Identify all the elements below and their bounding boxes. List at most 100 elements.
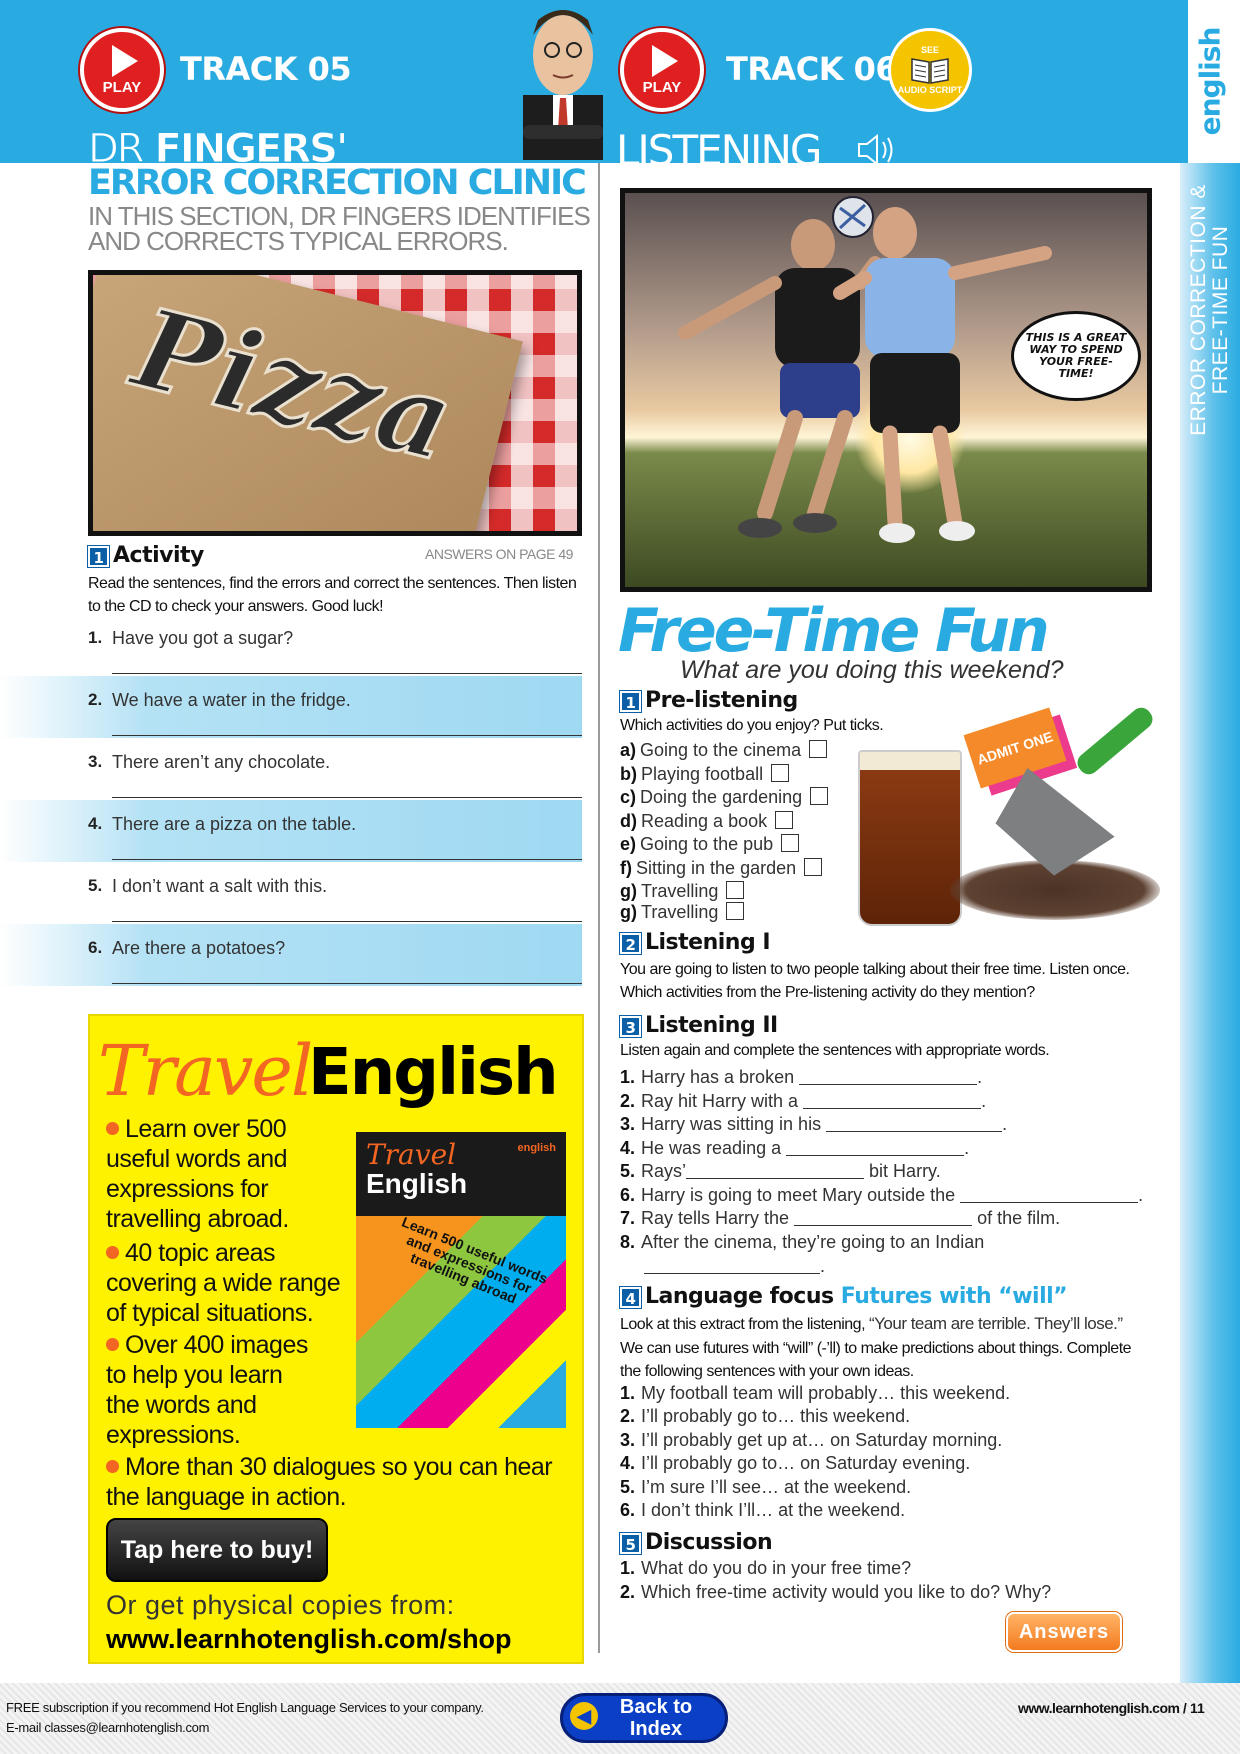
answer-line[interactable]: [112, 673, 582, 674]
tick-box[interactable]: [804, 858, 823, 876]
error-item: 1. Have you got a sugar?: [0, 614, 582, 676]
bullet-dot: [106, 1460, 119, 1473]
activity-option: c) Doing the gardening: [620, 787, 829, 808]
gap-blank[interactable]: [686, 1163, 865, 1179]
activity-option: g) Travelling: [620, 902, 745, 923]
bullet-dot: [106, 1122, 119, 1135]
brand-logo: english: [1193, 27, 1227, 135]
track-06-label: TRACK 06: [726, 50, 898, 88]
prediction-item: 2. I’ll probably go to… this weekend.: [620, 1406, 911, 1426]
back-arrow-icon: ◀: [570, 1702, 598, 1730]
gap-blank[interactable]: [644, 1258, 820, 1274]
answer-line[interactable]: [112, 983, 582, 984]
tick-box[interactable]: [726, 902, 745, 920]
gap-blank[interactable]: [803, 1093, 982, 1109]
gap-blank[interactable]: [960, 1187, 1139, 1203]
prediction-item: 5. I’m sure I’ll see… at the weekend.: [620, 1477, 912, 1497]
section-number: 4: [620, 1286, 641, 1308]
trowel-handle: [1073, 703, 1157, 779]
clinic-title: ERROR CORRECTION CLINIC: [88, 163, 587, 203]
prediction-item: 4. I’ll probably go to… on Saturday eveni…: [620, 1453, 971, 1473]
ad-bullet: 40 topic areas covering a wide range of …: [106, 1239, 341, 1327]
section-number: 2: [620, 932, 641, 954]
error-item: 4. There are a pizza on the table.: [0, 800, 582, 862]
pre-listening-instructions: Which activities do you enjoy? Put ticks…: [620, 717, 884, 734]
answer-line[interactable]: [112, 735, 582, 736]
play-icon: [652, 44, 678, 77]
ad-bullet: Over 400 images to help you learn the wo…: [106, 1331, 308, 1449]
answer-line[interactable]: [112, 797, 582, 798]
audio-script-bottom: AUDIO SCRIPT: [897, 85, 963, 95]
side-tab-title: ERROR CORRECTION & FREE-TIME FUN: [1180, 170, 1240, 450]
side-title-line2: FREE-TIME FUN: [1209, 225, 1232, 395]
prediction-item: 1. My football team will probably… this w…: [620, 1383, 1011, 1403]
ad-bullet: Learn over 500 useful words and expressi…: [106, 1115, 289, 1233]
side-title-line1: ERROR CORRECTION &: [1187, 184, 1210, 436]
travel-english-book-cover: Travel English english Learn 500 useful …: [356, 1132, 566, 1428]
activity-option: e) Going to the pub: [620, 834, 800, 855]
speech-bubble: THIS IS A GREAT WAY TO SPEND YOUR FREE-T…: [1011, 311, 1141, 401]
pre-listening-heading: 1 Pre-listening: [620, 688, 798, 713]
activity-instructions: Read the sentences, find the errors and …: [88, 575, 577, 615]
gap-fill-item: 4. He was reading a .: [620, 1138, 970, 1158]
play-track-05-button[interactable]: PLAY: [80, 28, 164, 112]
column-divider: [598, 163, 600, 1653]
answer-line[interactable]: [112, 859, 582, 860]
listening-1-heading: 2 Listening I: [620, 930, 771, 955]
physical-copies-text: Or get physical copies from:: [106, 1590, 455, 1620]
ad-travel-word: Travel: [98, 1030, 313, 1112]
play-track-06-button[interactable]: PLAY: [620, 28, 704, 112]
answer-line[interactable]: [112, 921, 582, 922]
error-item: 5. I don’t want a salt with this.: [0, 862, 582, 924]
ad-bullet: More than 30 dialogues so you can hear t…: [106, 1453, 553, 1511]
gap-blank[interactable]: [794, 1210, 973, 1226]
play-label: PLAY: [102, 78, 142, 96]
gap-fill-item: 1. Harry has a broken .: [620, 1067, 983, 1087]
gap-fill-item: 8. After the cinema, they’re going to an …: [620, 1232, 985, 1252]
free-time-fun-subtitle: What are you doing this weekend?: [680, 656, 1064, 684]
shop-link[interactable]: www.learnhotenglish.com/shop: [106, 1624, 512, 1655]
tick-box[interactable]: [775, 811, 794, 829]
audio-script-top: SEE: [920, 45, 939, 55]
tick-box[interactable]: [771, 764, 790, 782]
gap-fill-item: 6. Harry is going to meet Mary outside th…: [620, 1185, 1144, 1205]
gap-blank[interactable]: [826, 1116, 1003, 1132]
play-label: PLAY: [642, 78, 682, 96]
error-item: 2. We have a water in the fridge.: [0, 676, 582, 738]
error-item: 6. Are there a potatoes?: [0, 924, 582, 986]
section-number: 5: [620, 1532, 641, 1554]
footer-subscription-text: FREE subscription if you recommend Hot E…: [6, 1700, 484, 1735]
gap-fill-continuation: .: [644, 1256, 825, 1277]
prediction-item: 3. I’ll probably get up at… on Saturday m…: [620, 1430, 1003, 1450]
tick-box[interactable]: [726, 881, 745, 899]
audio-script-button[interactable]: SEE AUDIO SCRIPT: [888, 28, 972, 112]
activity-option: b) Playing football: [620, 764, 790, 785]
answers-button[interactable]: Answers: [1006, 1612, 1122, 1652]
footer-email[interactable]: E-mail classes@learnhotenglish.com: [6, 1720, 209, 1735]
gap-fill-item: 7. Ray tells Harry the of the film.: [620, 1208, 1061, 1228]
footer-url[interactable]: www.learnhotenglish.com /: [1018, 1700, 1187, 1716]
activity-option: a) Going to the cinema: [620, 740, 828, 761]
tick-box[interactable]: [810, 787, 829, 805]
listening-1-instructions: You are going to listen to two people ta…: [620, 961, 1130, 1001]
gap-fill-item: 3. Harry was sitting in his .: [620, 1114, 1008, 1134]
listening-2-heading: 3 Listening II: [620, 1013, 778, 1038]
track-05-label: TRACK 05: [180, 50, 352, 88]
tick-box[interactable]: [781, 834, 800, 852]
activity-option: d) Reading a book: [620, 811, 794, 832]
tick-box[interactable]: [809, 740, 828, 758]
gap-blank[interactable]: [799, 1069, 978, 1085]
ad-english-word: English: [308, 1036, 559, 1110]
answers-page-ref: ANSWERS ON PAGE 49: [425, 546, 573, 562]
buy-button[interactable]: Tap here to buy!: [106, 1518, 328, 1582]
gap-fill-item: 2. Ray hit Harry with a .: [620, 1091, 987, 1111]
play-icon: [112, 44, 138, 77]
gap-blank[interactable]: [786, 1140, 965, 1156]
prediction-item: 6. I don’t think I’ll… at the weekend.: [620, 1500, 906, 1520]
activity-number: 1: [88, 545, 109, 567]
speaker-icon: [858, 133, 893, 167]
activity-option: g) Travelling: [620, 881, 745, 902]
pizza-box-image: Pizza: [88, 270, 582, 536]
activity-option: f) Sitting in the garden: [620, 858, 823, 879]
bullet-dot: [106, 1338, 119, 1351]
